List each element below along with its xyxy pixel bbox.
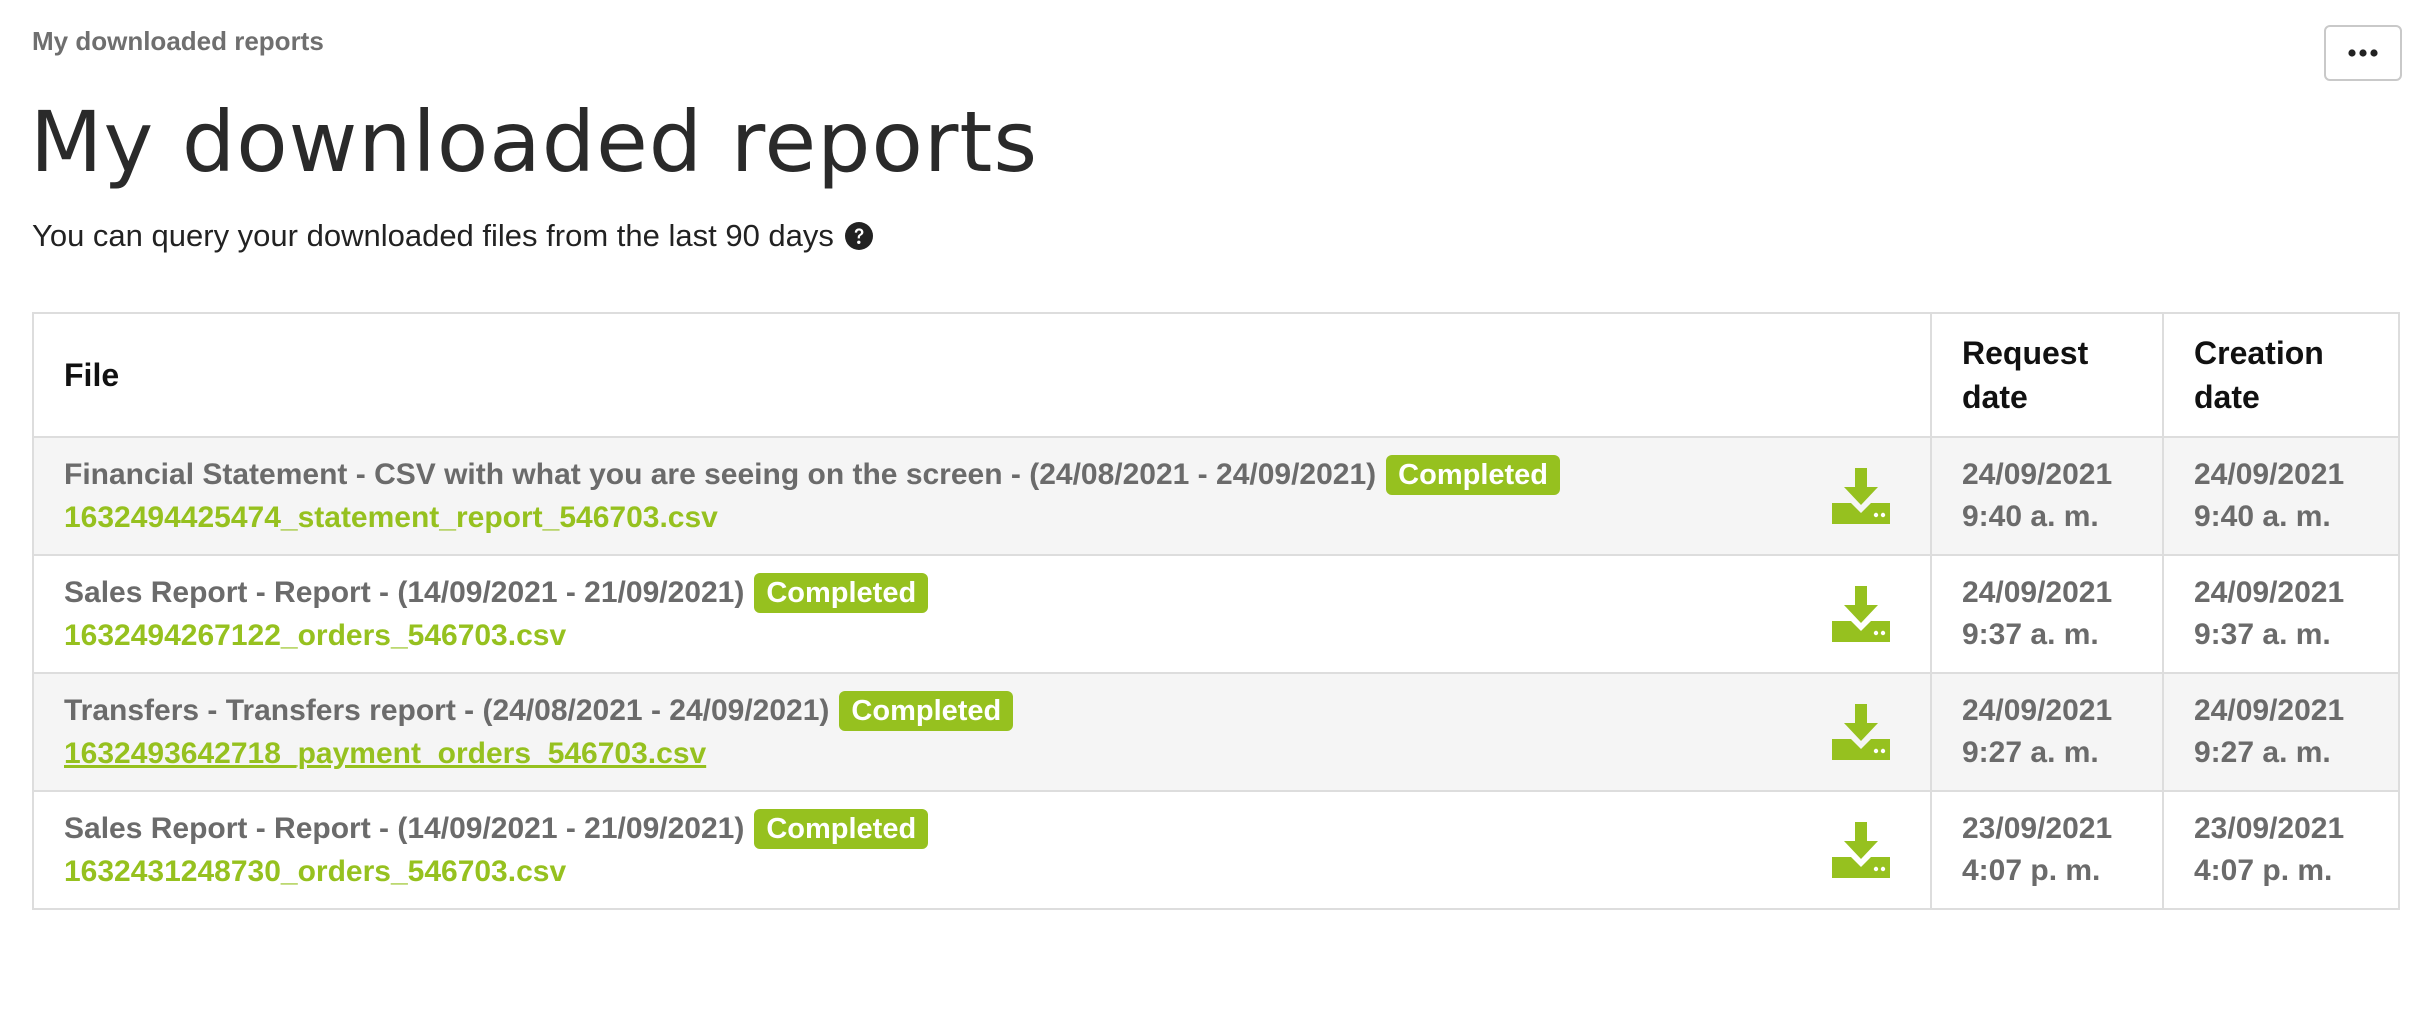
column-header-file: File [32,312,1932,438]
download-icon[interactable] [1832,704,1890,760]
request-date-cell: 24/09/2021 9:27 a. m. [1930,672,2164,792]
creation-date-cell: 23/09/2021 4:07 p. m. [2162,790,2400,910]
creation-date: 23/09/2021 [2194,812,2345,845]
status-badge: Completed [754,809,929,849]
creation-date-cell: 24/09/2021 9:27 a. m. [2162,672,2400,792]
file-link[interactable]: 1632493642718_payment_orders_546703.csv [64,734,706,774]
request-date: 24/09/2021 [1962,576,2113,609]
file-link[interactable]: 1632494425474_statement_report_546703.cs… [64,498,718,538]
request-time: 9:37 a. m. [1962,618,2099,651]
report-title: Sales Report - Report - (14/09/2021 - 21… [64,576,745,609]
report-title: Sales Report - Report - (14/09/2021 - 21… [64,812,745,845]
creation-time: 9:27 a. m. [2194,736,2331,769]
request-time: 9:40 a. m. [1962,500,2099,533]
request-date: 24/09/2021 [1962,458,2113,491]
request-time: 9:27 a. m. [1962,736,2099,769]
status-badge: Completed [754,573,929,613]
table-row: Transfers - Transfers report - (24/08/20… [32,672,2400,792]
table-row: Financial Statement - CSV with what you … [32,436,2400,556]
creation-date: 24/09/2021 [2194,576,2345,609]
file-link[interactable]: 1632431248730_orders_546703.csv [64,852,566,892]
download-icon[interactable] [1832,586,1890,642]
more-options-button[interactable] [2324,25,2402,81]
request-date-cell: 24/09/2021 9:37 a. m. [1930,554,2164,674]
creation-time: 9:37 a. m. [2194,618,2331,651]
request-time: 4:07 p. m. [1962,854,2101,887]
status-badge: Completed [839,691,1014,731]
report-title: Financial Statement - CSV with what you … [64,458,1377,491]
table-row: Sales Report - Report - (14/09/2021 - 21… [32,554,2400,674]
page-title: My downloaded reports [30,93,1039,191]
creation-time: 4:07 p. m. [2194,854,2333,887]
ellipsis-icon [2348,49,2378,57]
page-subtitle: You can query your downloaded files from… [32,218,874,254]
creation-date: 24/09/2021 [2194,458,2345,491]
column-header-request-date: Request date [1930,312,2164,438]
column-header-creation-date: Creation date [2162,312,2400,438]
table-header-row: File Request date Creation date [32,312,2400,438]
request-date-cell: 23/09/2021 4:07 p. m. [1930,790,2164,910]
file-cell: Sales Report - Report - (14/09/2021 - 21… [32,790,1932,910]
request-date: 24/09/2021 [1962,694,2113,727]
download-icon[interactable] [1832,822,1890,878]
status-badge: Completed [1386,455,1560,495]
creation-date: 24/09/2021 [2194,694,2345,727]
question-circle-icon[interactable] [844,221,874,251]
file-cell: Sales Report - Report - (14/09/2021 - 21… [32,554,1932,674]
creation-date-cell: 24/09/2021 9:37 a. m. [2162,554,2400,674]
subtitle-text: You can query your downloaded files from… [32,218,834,253]
file-cell: Transfers - Transfers report - (24/08/20… [32,672,1932,792]
report-title: Transfers - Transfers report - (24/08/20… [64,694,830,727]
creation-time: 9:40 a. m. [2194,500,2331,533]
breadcrumb: My downloaded reports [32,26,324,56]
request-date: 23/09/2021 [1962,812,2113,845]
download-icon[interactable] [1832,468,1890,524]
reports-table: File Request date Creation date Financia… [32,312,2400,910]
file-link[interactable]: 1632494267122_orders_546703.csv [64,616,566,656]
creation-date-cell: 24/09/2021 9:40 a. m. [2162,436,2400,556]
file-cell: Financial Statement - CSV with what you … [32,436,1932,556]
table-row: Sales Report - Report - (14/09/2021 - 21… [32,790,2400,910]
request-date-cell: 24/09/2021 9:40 a. m. [1930,436,2164,556]
